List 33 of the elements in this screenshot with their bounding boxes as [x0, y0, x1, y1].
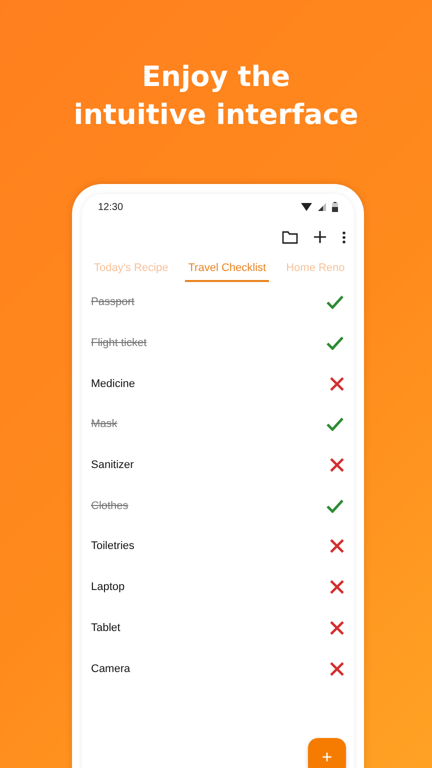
item-label: Toiletries	[91, 540, 134, 552]
tab[interactable]: Today's Recipe	[91, 256, 172, 282]
item-label: Camera	[91, 662, 130, 675]
item-label: Medicine	[91, 378, 136, 390]
item-label: Laptop	[91, 581, 125, 594]
item-label: Mask	[91, 418, 118, 430]
tab[interactable]: Home Reno	[283, 256, 348, 282]
more-icon[interactable]	[342, 230, 346, 244]
cross-icon[interactable]	[330, 458, 344, 472]
folder-icon[interactable]	[282, 230, 298, 244]
cross-icon[interactable]	[330, 662, 344, 676]
check-icon[interactable]	[326, 336, 344, 350]
check-icon[interactable]	[326, 498, 344, 513]
check-icon[interactable]	[326, 295, 344, 310]
item-label: Passport	[91, 296, 134, 308]
headline: Enjoy the	[142, 59, 290, 95]
cross-icon[interactable]	[330, 580, 344, 594]
signal-icon	[318, 203, 326, 211]
item-label: Sanitizer	[91, 459, 134, 472]
item-label: Tablet	[91, 622, 120, 634]
item-label: Flight ticket	[91, 337, 147, 350]
cross-icon[interactable]	[330, 620, 344, 635]
battery-icon	[332, 202, 338, 212]
add-icon[interactable]	[314, 231, 326, 243]
wifi-icon	[301, 203, 312, 211]
headline: intuitive interface	[74, 97, 358, 133]
check-icon[interactable]	[326, 417, 344, 432]
tab[interactable]: Travel Checklist	[185, 256, 270, 282]
item-label: Clothes	[91, 500, 128, 512]
cross-icon[interactable]	[330, 539, 344, 554]
add-button[interactable]: +	[308, 738, 346, 768]
status-time: 12:30	[98, 202, 124, 212]
cross-icon[interactable]	[330, 376, 344, 391]
